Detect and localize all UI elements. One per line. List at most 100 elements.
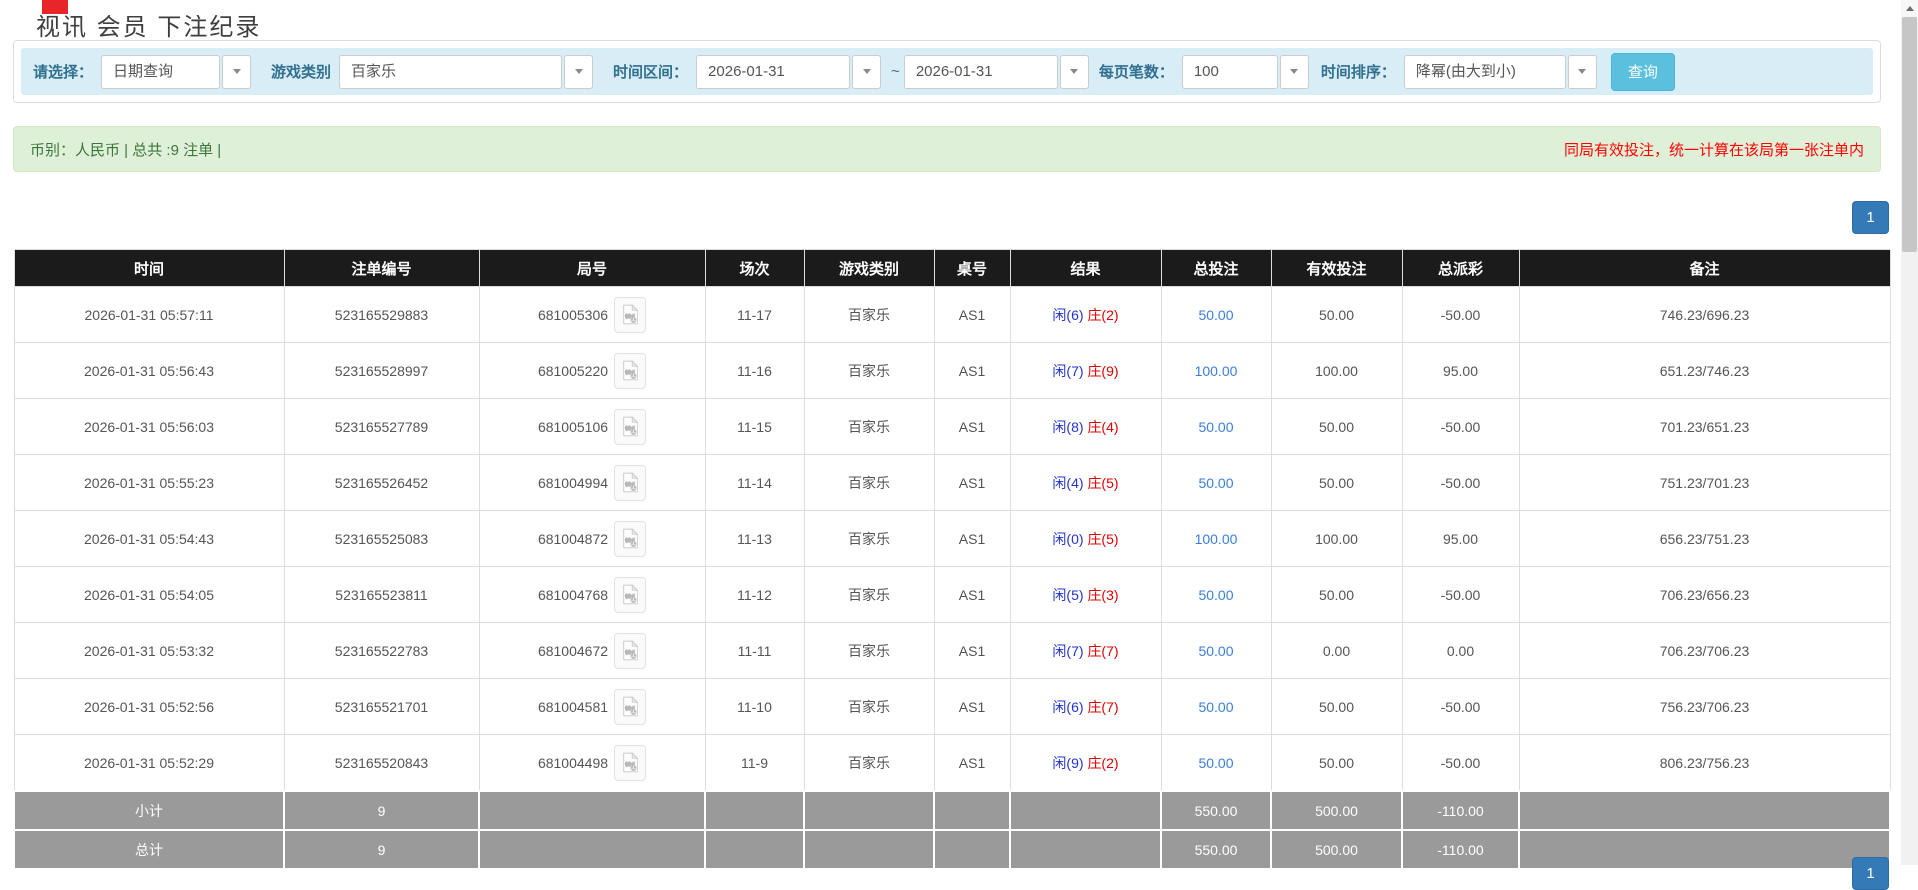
select-type-label: 请选择：	[33, 64, 94, 81]
video-replay-button[interactable]	[614, 296, 647, 333]
video-record-icon-glyph	[622, 416, 638, 437]
table-row: 2026-01-31 05:54:05 523165523811 681004768…	[13, 566, 1891, 623]
chevron-down-icon	[862, 69, 871, 74]
footer-label: 小计	[13, 790, 285, 831]
total-bet-link[interactable]: 50.00	[1198, 699, 1233, 715]
cell-bet-id: 523165522783	[283, 622, 480, 679]
cell-session: 11-12	[704, 566, 805, 623]
total-bet-link[interactable]: 100.00	[1195, 363, 1238, 379]
cell-note: 806.23/756.23	[1518, 734, 1891, 792]
cell-round: 681004994	[478, 454, 706, 511]
time-sort-value[interactable]: 降幂(由大到小)	[1403, 54, 1566, 89]
result-player: 闲(9)	[1052, 754, 1084, 771]
page-title: 视讯 会员 下注纪录	[36, 14, 262, 41]
total-bet-link[interactable]: 50.00	[1198, 755, 1233, 771]
game-type-select[interactable]: 百家乐	[339, 54, 594, 89]
column-header: 场次	[704, 249, 805, 287]
cell-result: 闲(7) 庄(7)	[1009, 622, 1162, 679]
total-bet-link[interactable]: 50.00	[1198, 475, 1233, 491]
cell-result: 闲(0) 庄(5)	[1009, 510, 1162, 567]
cell-valid-bet: 50.00	[1270, 398, 1403, 455]
round-number: 681005106	[537, 418, 609, 435]
cell-game: 百家乐	[803, 342, 935, 399]
date-from-dropdown-button[interactable]	[852, 54, 882, 89]
time-sort-dropdown-button[interactable]	[1567, 54, 1597, 89]
chevron-down-icon	[232, 69, 241, 74]
cell-table: AS1	[933, 454, 1011, 511]
column-header: 有效投注	[1270, 249, 1403, 287]
cell-result: 闲(4) 庄(5)	[1009, 454, 1162, 511]
footer-empty	[1518, 790, 1891, 831]
per-page-value[interactable]: 100	[1181, 54, 1278, 89]
total-bet-link[interactable]: 50.00	[1198, 587, 1233, 603]
footer-empty	[478, 790, 706, 831]
video-replay-button[interactable]	[614, 744, 647, 781]
cell-note: 756.23/706.23	[1518, 678, 1891, 735]
cell-time: 2026-01-31 05:52:29	[13, 734, 285, 792]
scrollbar-thumb[interactable]	[1902, 17, 1917, 252]
betting-records-table: 时间 注单编号 局号 场次 游戏类别 桌号 结果 总投注 有效投注 总派彩 备注 2026-01-3…	[13, 249, 1891, 870]
cell-result: 闲(8) 庄(4)	[1009, 398, 1162, 455]
cell-time: 2026-01-31 05:53:32	[13, 622, 285, 679]
date-to-picker[interactable]: 2026-01-31	[903, 54, 1089, 89]
footer-total-bet: 550.00	[1160, 790, 1272, 831]
cell-game: 百家乐	[803, 678, 935, 735]
query-type-dropdown-button[interactable]	[222, 54, 252, 89]
cell-valid-bet: 100.00	[1270, 510, 1403, 567]
cell-note: 706.23/706.23	[1518, 622, 1891, 679]
total-bet-link[interactable]: 100.00	[1195, 531, 1238, 547]
cell-note: 651.23/746.23	[1518, 342, 1891, 399]
cell-result: 闲(5) 庄(3)	[1009, 566, 1162, 623]
total-bet-link[interactable]: 50.00	[1198, 643, 1233, 659]
cell-round: 681005306	[478, 286, 706, 343]
result-banker: 庄(4)	[1087, 418, 1119, 435]
query-type-select[interactable]: 日期查询	[101, 54, 252, 89]
cell-total-bet: 100.00	[1160, 342, 1272, 399]
video-record-icon-glyph	[622, 360, 638, 381]
round-number: 681005306	[537, 306, 609, 323]
total-bet-link[interactable]: 50.00	[1198, 419, 1233, 435]
query-button[interactable]: 查询	[1610, 52, 1675, 91]
date-from-picker[interactable]: 2026-01-31	[696, 54, 882, 89]
cell-time: 2026-01-31 05:54:43	[13, 510, 285, 567]
scrollbar-up-button[interactable]	[1901, 0, 1918, 17]
cell-payout: -50.00	[1401, 678, 1520, 735]
cell-time: 2026-01-31 05:56:03	[13, 398, 285, 455]
table-row: 2026-01-31 05:57:11 523165529883 681005306…	[13, 286, 1891, 343]
cell-bet-id: 523165521701	[283, 678, 480, 735]
cell-table: AS1	[933, 622, 1011, 679]
video-replay-button[interactable]	[614, 632, 647, 669]
pagination-page-1-button[interactable]: 1	[1852, 201, 1889, 234]
video-replay-button[interactable]	[614, 576, 647, 613]
video-replay-button[interactable]	[614, 464, 647, 501]
cell-time: 2026-01-31 05:52:56	[13, 678, 285, 735]
game-type-value[interactable]: 百家乐	[339, 54, 563, 89]
video-replay-button[interactable]	[614, 688, 647, 725]
video-replay-button[interactable]	[614, 408, 647, 445]
cell-round: 681004672	[478, 622, 706, 679]
cell-bet-id: 523165523811	[283, 566, 480, 623]
result-player: 闲(6)	[1052, 306, 1084, 323]
game-type-dropdown-button[interactable]	[564, 54, 594, 89]
cell-round: 681005220	[478, 342, 706, 399]
vertical-scrollbar[interactable]	[1901, 0, 1918, 865]
time-sort-select[interactable]: 降幂(由大到小)	[1403, 54, 1597, 89]
per-page-dropdown-button[interactable]	[1279, 54, 1309, 89]
round-number: 681004581	[537, 698, 609, 715]
query-type-value[interactable]: 日期查询	[101, 54, 221, 89]
date-to-dropdown-button[interactable]	[1059, 54, 1089, 89]
pagination-page-1-button-bottom[interactable]: 1	[1852, 857, 1889, 890]
time-range-label: 时间区间：	[613, 64, 689, 81]
footer-empty	[803, 790, 935, 831]
video-replay-button[interactable]	[614, 352, 647, 389]
per-page-select[interactable]: 100	[1181, 54, 1309, 89]
cell-total-bet: 50.00	[1160, 678, 1272, 735]
video-replay-button[interactable]	[614, 520, 647, 557]
total-bet-link[interactable]: 50.00	[1198, 307, 1233, 323]
column-header: 结果	[1009, 249, 1162, 287]
date-to-value[interactable]: 2026-01-31	[903, 54, 1058, 89]
date-from-value[interactable]: 2026-01-31	[696, 54, 851, 89]
footer-valid-bet: 500.00	[1270, 790, 1403, 831]
cell-payout: -50.00	[1401, 566, 1520, 623]
table-row: 2026-01-31 05:56:03 523165527789 681005106…	[13, 398, 1891, 455]
